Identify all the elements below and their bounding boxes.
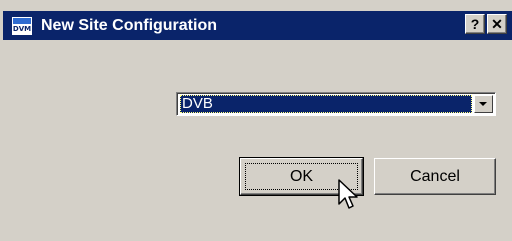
chevron-down-icon (479, 102, 487, 106)
close-icon: ✕ (491, 16, 503, 32)
site-type-dropdown[interactable]: DVB (176, 92, 496, 116)
cancel-button-label: Cancel (410, 168, 460, 185)
help-button[interactable]: ? (465, 14, 485, 34)
title-bar[interactable]: DVM New Site Configuration ? ✕ (3, 11, 512, 40)
cancel-button[interactable]: Cancel (374, 158, 496, 195)
dropdown-selected-value: DVB (180, 95, 472, 113)
app-icon: DVM (11, 16, 33, 36)
dialog-window: DVM New Site Configuration ? ✕ DVB OK Ca… (0, 0, 512, 241)
dropdown-arrow-button[interactable] (474, 95, 493, 113)
mouse-cursor-icon (338, 179, 358, 209)
ok-button-label: OK (289, 168, 314, 185)
dialog-title: New Site Configuration (41, 17, 217, 34)
app-icon-label: DVM (12, 25, 32, 33)
close-button[interactable]: ✕ (487, 14, 507, 34)
